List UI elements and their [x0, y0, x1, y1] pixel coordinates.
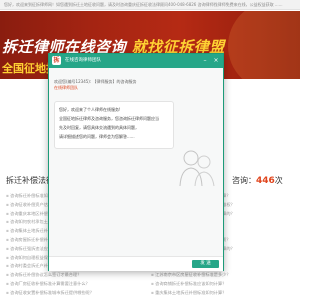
chat-logo: 拆 — [52, 56, 61, 65]
chat-welcome-text: 欢迎您(编号12345): 【律师服务】的咨询服务 — [54, 79, 137, 84]
chat-header-title: 在线咨询律师团队 — [65, 58, 101, 63]
chat-welcome-highlight-row: 在线律师团队 — [54, 85, 170, 91]
chat-bubble-line: 您好，欢迎来了个人律师在线服务! — [59, 107, 121, 112]
consult-count-prefix: 咨询： — [232, 176, 256, 185]
lawyer-avatar-icon — [177, 146, 217, 188]
chat-message-bubble: 您好，欢迎来了个人律师在线服务! 全国征地拆迁律师及咨询服务，您咨询拆迁律师问题… — [54, 101, 174, 149]
chat-bubble-line: 全国征地拆迁律师及咨询服务，您咨询拆迁律师问题应当 — [59, 116, 159, 121]
consult-count-suffix: 次 — [274, 176, 283, 185]
chat-bubble-line: 先及时回复，请您具体交流遇到的具体问题， — [59, 125, 139, 130]
list-item[interactable]: 江苏南京市区房屋征收补偿标准是多少？ — [151, 271, 297, 280]
list-item[interactable]: 咨询商铺拆迁补偿标准应该如何计算？ — [151, 280, 297, 289]
close-icon[interactable]: × — [212, 57, 220, 65]
chat-body: 欢迎您(编号12345): 【律师服务】的咨询服务 在线律师团队 您好，欢迎来了… — [49, 68, 223, 256]
top-notice-bar: 您好，欢迎来到征拆律师网！如您遇到拆迁土地征收问题，请及时咨询重庆征拆征收法律顾… — [0, 0, 300, 10]
consult-count: 咨询：446次 — [232, 175, 283, 186]
top-notice-text: 您好，欢迎来到征拆律师网！如您遇到拆迁土地征收问题，请及时咨询重庆征拆征收法律顾… — [4, 2, 283, 7]
chat-welcome-highlight: 在线律师团队 — [54, 85, 78, 90]
chat-header[interactable]: 拆 在线咨询律师团队 – × — [49, 54, 223, 68]
send-button[interactable]: 发 送 — [192, 260, 219, 268]
list-item[interactable]: 咨询征收安置补偿标准城市拆迁提供哪些呢？ — [6, 289, 146, 298]
chat-input[interactable] — [53, 259, 191, 268]
chat-input-bar: 发 送 — [49, 256, 223, 271]
chat-bubble-line: 请详细描述您的问题，律师会为您解答...... — [59, 134, 135, 139]
banner-decoration — [228, 11, 300, 79]
consult-count-value: 446 — [256, 176, 275, 186]
list-item[interactable]: 咨询厂房征收补偿标准计算需要注意什么？ — [6, 280, 146, 289]
chat-window: 拆 在线咨询律师团队 – × 欢迎您(编号12345): 【律师服务】的咨询服务… — [48, 53, 224, 271]
list-item[interactable]: 重庆集体土地拆迁补偿标准如何计算？ — [151, 289, 297, 298]
list-item[interactable]: 咨询拆迁补偿协议怎么签订才最合理？ — [6, 271, 146, 280]
minimize-icon[interactable]: – — [201, 57, 209, 65]
